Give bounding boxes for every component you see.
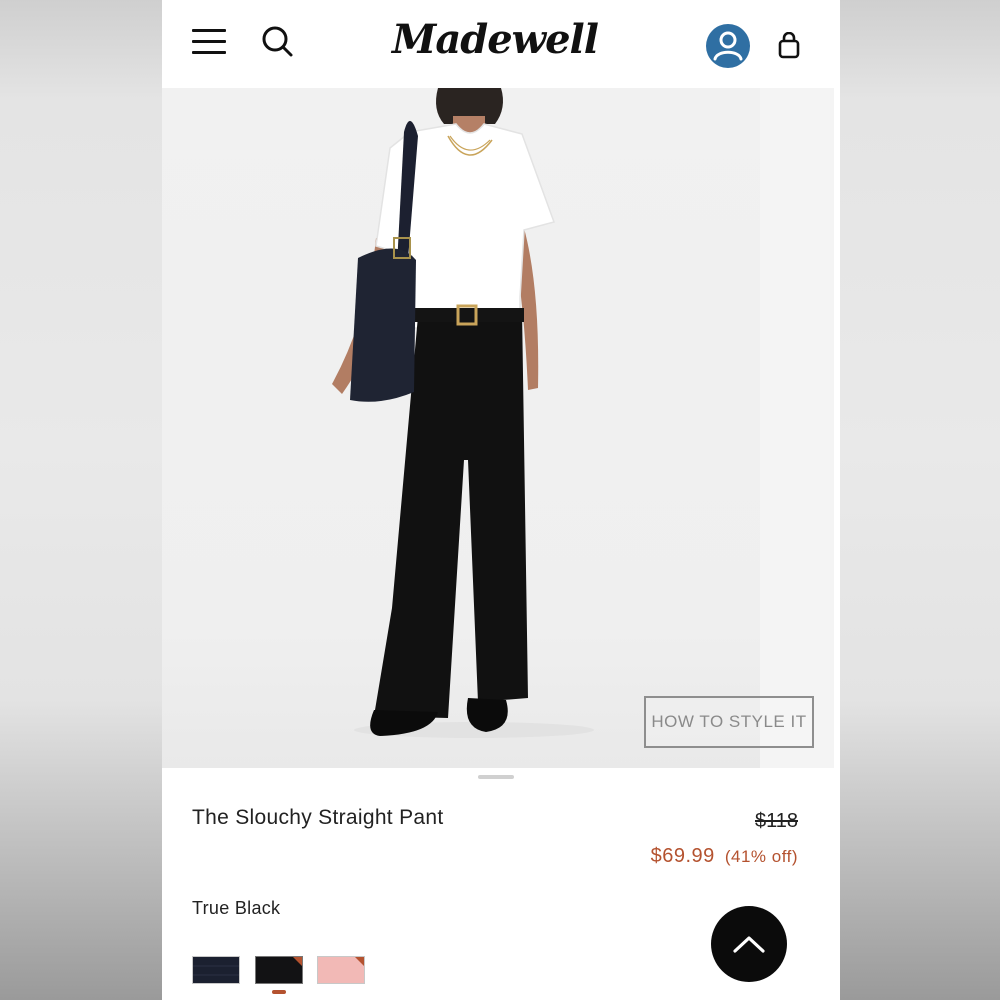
- swatch-sale-flag: [293, 957, 302, 966]
- selected-swatch-indicator: [272, 990, 286, 994]
- discount-label: (41% off): [724, 847, 798, 866]
- hamburger-menu-icon[interactable]: [192, 26, 228, 58]
- color-swatch-true-black[interactable]: [255, 956, 303, 984]
- sale-price: $69.99: [650, 845, 715, 867]
- sale-price-row: $69.99 (41% off): [651, 845, 798, 868]
- model-photo: [332, 88, 594, 738]
- original-price: $118: [754, 810, 798, 832]
- color-swatch-pink[interactable]: [317, 956, 365, 984]
- chevron-up-icon: [733, 936, 765, 953]
- site-header: Madewell: [162, 0, 840, 88]
- sheet-drag-handle[interactable]: [478, 775, 514, 779]
- selected-color-name: True Black: [192, 898, 281, 918]
- brand-logo[interactable]: Madewell: [390, 12, 600, 68]
- how-to-style-button[interactable]: HOW TO STYLE IT: [644, 696, 814, 748]
- product-image[interactable]: HOW TO STYLE IT: [162, 88, 834, 768]
- product-page: Madewell HOW TO STYLE IT The Slouchy Str…: [162, 0, 840, 1000]
- search-icon[interactable]: [260, 24, 296, 60]
- swatch-sale-flag: [355, 957, 364, 966]
- shopping-bag-icon[interactable]: [776, 31, 802, 60]
- product-title: The Slouchy Straight Pant: [192, 806, 444, 829]
- scroll-to-top-button[interactable]: [711, 906, 787, 982]
- account-icon[interactable]: [706, 24, 750, 68]
- color-swatch-navy[interactable]: [192, 956, 240, 984]
